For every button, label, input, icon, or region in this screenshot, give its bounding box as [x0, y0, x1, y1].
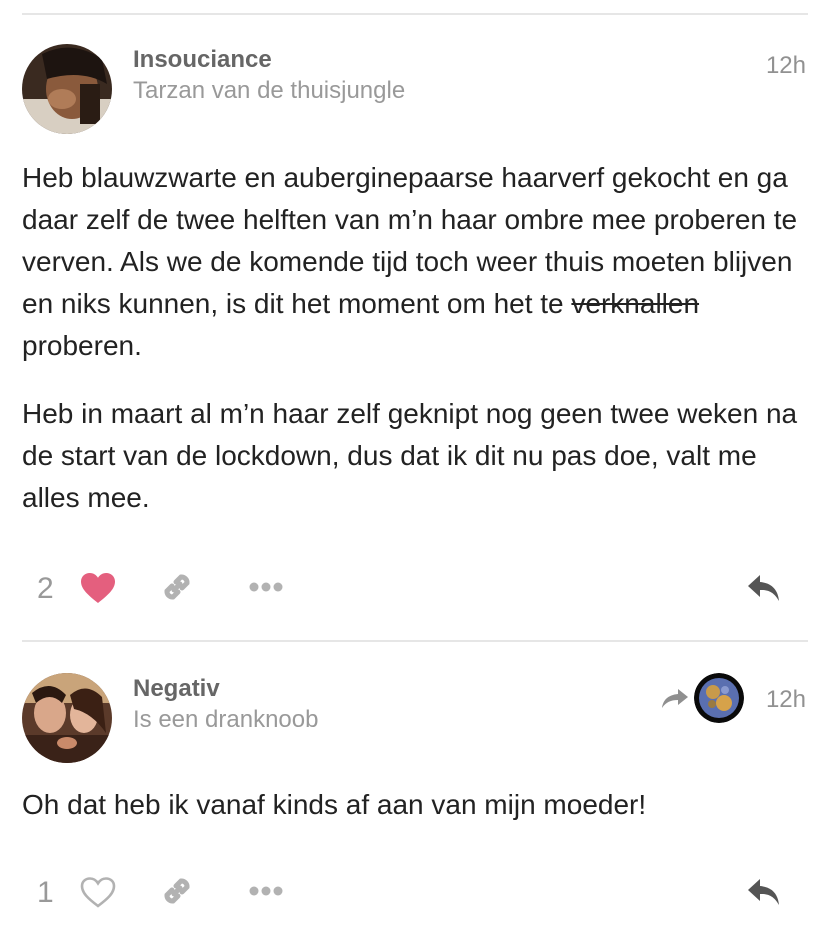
like-button[interactable]	[78, 568, 118, 608]
post-paragraph: Heb blauwzwarte en auberginepaarse haarv…	[22, 157, 812, 367]
user-avatar[interactable]	[22, 673, 112, 763]
post-time[interactable]: 12h	[766, 686, 806, 714]
username[interactable]: Negativ	[133, 675, 220, 703]
user-title: Is een dranknoob	[133, 706, 319, 733]
more-options-button[interactable]	[246, 574, 286, 600]
post-divider	[22, 640, 808, 642]
copy-link-button[interactable]	[156, 566, 198, 608]
more-dots-icon	[249, 582, 283, 592]
paragraph-text: proberen.	[22, 330, 142, 361]
reply-icon	[748, 575, 779, 601]
reply-icon	[748, 879, 779, 905]
like-count[interactable]: 1	[37, 876, 54, 910]
link-icon	[164, 878, 190, 904]
reply-to-arrow-icon	[662, 689, 688, 708]
like-count[interactable]: 2	[37, 572, 54, 606]
more-dots-icon	[249, 886, 283, 896]
user-title: Tarzan van de thuisjungle	[133, 77, 406, 104]
link-icon	[164, 574, 190, 600]
heart-icon	[81, 573, 115, 603]
post-body: Heb blauwzwarte en auberginepaarse haarv…	[22, 157, 812, 519]
copy-link-button[interactable]	[156, 870, 198, 912]
reply-to-indicator[interactable]	[660, 686, 690, 710]
post-time[interactable]: 12h	[766, 52, 806, 80]
strikethrough-text: verknallen	[571, 288, 700, 319]
username[interactable]: Insouciance	[133, 46, 272, 74]
more-options-button[interactable]	[246, 878, 286, 904]
like-button[interactable]	[78, 872, 118, 912]
user-avatar[interactable]	[22, 44, 112, 134]
reply-button[interactable]	[744, 570, 784, 606]
top-divider	[22, 13, 808, 15]
reply-to-avatar[interactable]	[694, 673, 744, 723]
post-body: Oh dat heb ik vanaf kinds af aan van mij…	[22, 789, 647, 820]
post-paragraph: Heb in maart al m’n haar zelf geknipt no…	[22, 398, 798, 513]
heart-icon	[80, 877, 116, 908]
reply-button[interactable]	[744, 874, 784, 910]
